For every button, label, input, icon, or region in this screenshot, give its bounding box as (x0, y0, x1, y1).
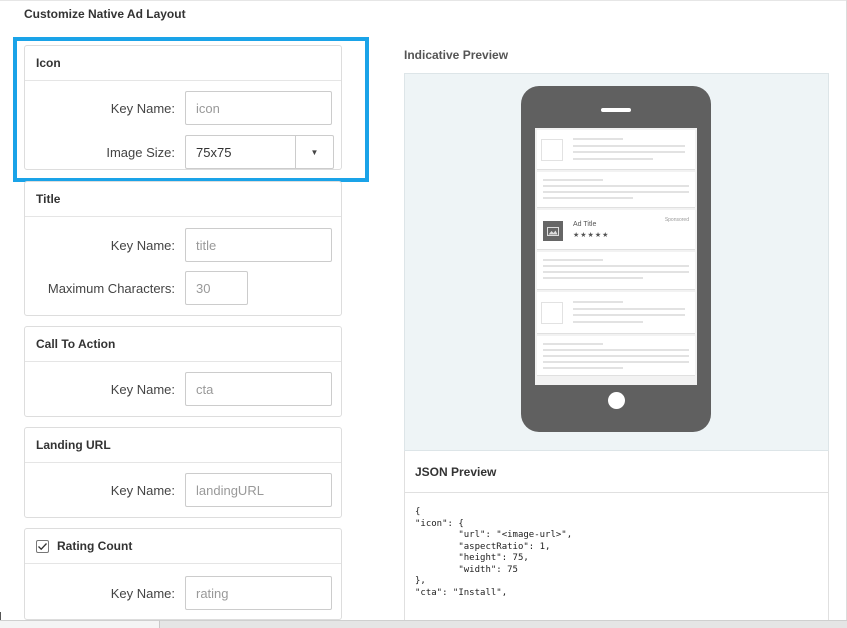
native-ad-preview: Ad Title ★★★★★ Sponsored (537, 210, 695, 250)
feed-item (537, 252, 695, 290)
json-line: "cta": "Install", (415, 587, 508, 598)
title-section-title: Title (25, 182, 341, 217)
title-key-name-label: Key Name: (110, 237, 175, 253)
scrollbar-thumb[interactable] (0, 620, 160, 628)
phone-mockup: Ad Title ★★★★★ Sponsored (521, 86, 711, 432)
indicative-preview-panel: Ad Title ★★★★★ Sponsored (404, 73, 829, 451)
feed-item (537, 336, 695, 376)
title-section: Title Key Name: title Maximum Characters… (24, 181, 342, 316)
landing-key-name-label: Key Name: (110, 482, 175, 498)
rating-stars: ★★★★★ (573, 232, 610, 239)
max-characters-label: Maximum Characters: (47, 280, 175, 296)
landing-url-section-title: Landing URL (25, 428, 341, 463)
feed-item (537, 130, 695, 170)
sponsored-label: Sponsored (664, 217, 689, 223)
rating-count-section: Rating Count Key Name: rating (24, 528, 342, 620)
title-key-name-input[interactable]: title (185, 228, 332, 262)
page-title: Customize Native Ad Layout (24, 7, 186, 21)
cta-section-title: Call To Action (25, 327, 341, 362)
image-icon (543, 221, 563, 241)
indicative-preview-title: Indicative Preview (404, 48, 509, 62)
feed-item (537, 292, 695, 334)
phone-speaker (601, 108, 631, 112)
json-preview-code: { "icon": { "url": "<image-url>", "aspec… (404, 493, 829, 628)
rating-key-name-label: Key Name: (110, 585, 175, 601)
json-line: "height": 75, (415, 553, 529, 563)
phone-screen: Ad Title ★★★★★ Sponsored (535, 128, 697, 385)
json-preview-title: JSON Preview (404, 451, 829, 493)
json-line: { (415, 507, 421, 517)
rating-count-checkbox[interactable] (36, 539, 49, 553)
checkmark-icon (38, 542, 47, 550)
landing-key-name-input[interactable]: landingURL (185, 473, 332, 507)
top-divider (0, 0, 847, 1)
json-line: "aspectRatio": 1, (415, 541, 551, 552)
phone-home-button (608, 392, 625, 409)
cta-key-name-input[interactable]: cta (185, 372, 332, 406)
rating-count-header: Rating Count (25, 529, 341, 564)
cta-key-name-label: Key Name: (110, 381, 175, 397)
max-characters-input[interactable]: 30 (185, 271, 248, 305)
feed-item (537, 172, 695, 208)
ad-title: Ad Title (573, 221, 597, 228)
json-line: "width": 75 (415, 564, 518, 575)
cta-section: Call To Action Key Name: cta (24, 326, 342, 417)
rating-key-name-input[interactable]: rating (185, 576, 332, 610)
json-line: }, (415, 576, 426, 586)
landing-url-section: Landing URL Key Name: landingURL (24, 427, 342, 518)
json-line: "url": "<image-url>", (415, 530, 573, 540)
selection-highlight (13, 37, 369, 182)
json-line: "icon": { (415, 518, 464, 529)
rating-count-title: Rating Count (57, 539, 133, 553)
